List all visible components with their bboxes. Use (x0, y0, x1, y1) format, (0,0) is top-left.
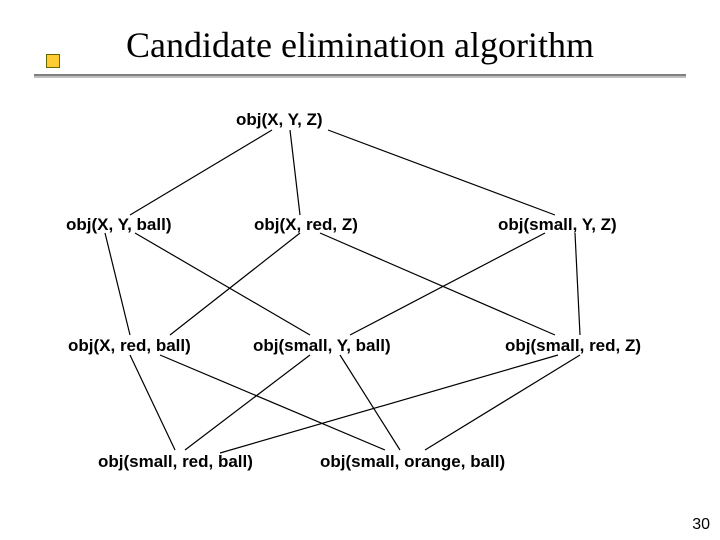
slide-title: Candidate elimination algorithm (0, 26, 720, 74)
node-top: obj(X, Y, Z) (236, 110, 323, 130)
node-l3: obj(small, red, Z) (505, 336, 641, 356)
slide: Candidate elimination algorithm obj(X, Y… (0, 0, 720, 540)
title-underline (34, 74, 686, 78)
node-b1: obj(small, red, ball) (98, 452, 253, 472)
node-l2: obj(small, Y, ball) (253, 336, 391, 356)
bullet-marker-icon (46, 54, 60, 68)
node-l1: obj(X, red, ball) (68, 336, 191, 356)
title-area: Candidate elimination algorithm (0, 26, 720, 74)
node-b2: obj(small, orange, ball) (320, 452, 505, 472)
node-m2: obj(X, red, Z) (254, 215, 358, 235)
node-m3: obj(small, Y, Z) (498, 215, 617, 235)
node-m1: obj(X, Y, ball) (66, 215, 171, 235)
page-number: 30 (692, 516, 710, 534)
